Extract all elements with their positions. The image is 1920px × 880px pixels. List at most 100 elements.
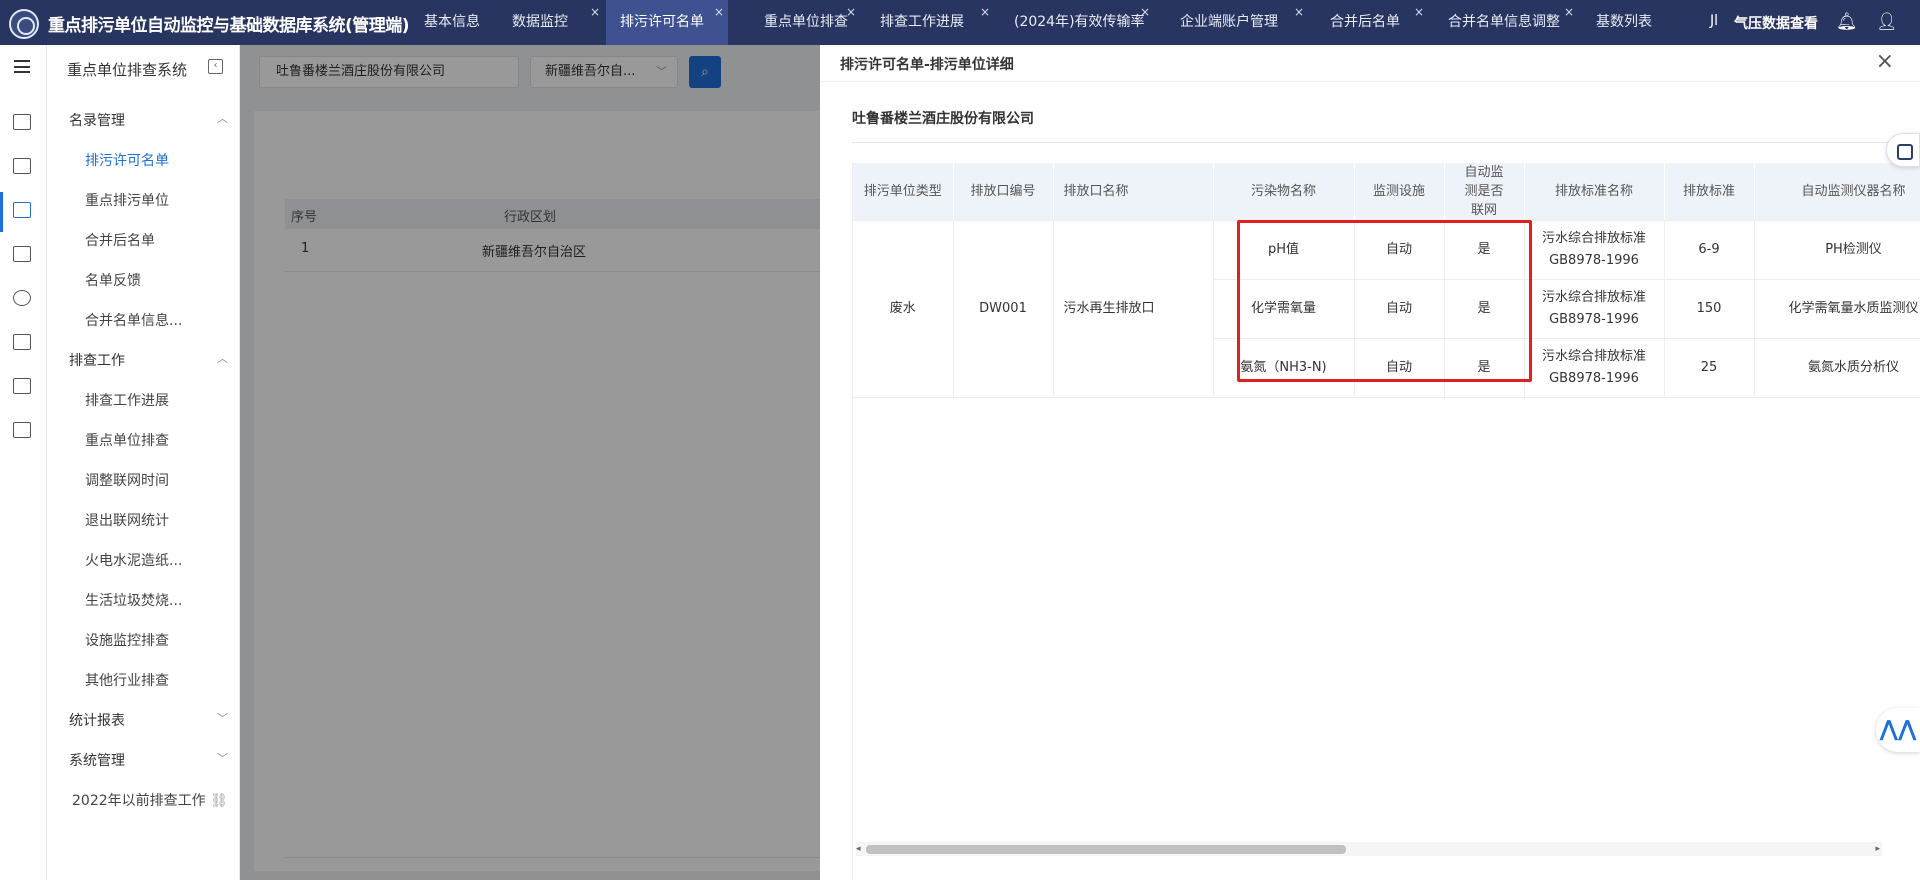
column-header-online: 自动监测是否联网 xyxy=(1444,163,1525,221)
table-cell-instrument: 氨氮水质分析仪 xyxy=(1754,338,1920,398)
horizontal-scrollbar[interactable]: ◂ ▸ xyxy=(856,842,1882,856)
user-icon[interactable]: 👤︎ xyxy=(1876,12,1898,32)
sidebar-item-other[interactable]: 其他行业排查 xyxy=(85,670,235,690)
monitor-icon[interactable] xyxy=(13,158,31,174)
sidebar-group-system[interactable]: 系统管理 ﹀ xyxy=(69,750,240,770)
group-label: 系统管理 xyxy=(69,753,125,769)
divider xyxy=(852,142,1920,143)
floating-tool-icon[interactable] xyxy=(1886,133,1920,167)
table-cell-standard: 6-9 xyxy=(1664,220,1755,280)
tab-label: 数据监控 xyxy=(512,14,568,30)
menu-icon[interactable] xyxy=(14,60,30,73)
detail-drawer: 排污许可名单-排污单位详细 × 吐鲁番楼兰酒庄股份有限公司 排污单位类型 排放口… xyxy=(820,45,1920,880)
column-header-facility: 监测设施 xyxy=(1354,163,1445,221)
table-icon[interactable] xyxy=(13,378,31,394)
bell-icon[interactable]: 🔔︎ xyxy=(1836,12,1858,32)
sidebar-group-directory[interactable]: 名录管理 ︿ xyxy=(69,110,240,130)
sidebar-link-2022[interactable]: 2022年以前排查工作 ⛓︎ xyxy=(72,790,232,810)
close-icon[interactable]: × xyxy=(1294,0,1304,35)
tab-basic-info[interactable]: 基本信息 xyxy=(410,0,488,45)
divider xyxy=(820,81,1920,82)
group-label: 统计报表 xyxy=(69,713,125,729)
tab-permit-list[interactable]: 排污许可名单 × xyxy=(606,0,728,45)
column-header-outlet-name: 排放口名称 xyxy=(1053,163,1214,221)
close-icon[interactable]: × xyxy=(714,0,724,35)
tab-label: 重点单位排查 xyxy=(764,14,848,30)
table-cell-unit-type: 废水 xyxy=(853,220,954,398)
sidebar-item-waste[interactable]: 生活垃圾焚烧... xyxy=(85,590,235,610)
tab-label: 基数列表 xyxy=(1596,14,1652,30)
table-cell-standard: 25 xyxy=(1664,338,1755,398)
sidebar-item-progress[interactable]: 排查工作进展 xyxy=(85,390,235,410)
sidebar-item-adjust-time[interactable]: 调整联网时间 xyxy=(85,470,235,490)
sidebar-group-work[interactable]: 排查工作 ︿ xyxy=(69,350,240,370)
sidebar-item-permit-list[interactable]: 排污许可名单 xyxy=(85,150,235,170)
column-header-instrument: 自动监测仪器名称 xyxy=(1754,163,1920,221)
sidebar-item-key-units[interactable]: 重点排污单位 xyxy=(85,190,235,210)
sidebar-item-exit-stats[interactable]: 退出联网统计 xyxy=(85,510,235,530)
logo xyxy=(9,9,39,39)
report-icon[interactable] xyxy=(13,334,31,350)
chevron-down-icon: ﹀ xyxy=(217,712,228,725)
sidebar-item-power-cement[interactable]: 火电水泥造纸... xyxy=(85,550,235,570)
column-header-pollutant: 污染物名称 xyxy=(1213,163,1355,221)
app-title: 重点排污单位自动监控与基础数据库系统(管理端) xyxy=(48,16,410,36)
close-icon[interactable]: × xyxy=(1140,0,1150,35)
settings-icon[interactable] xyxy=(13,290,31,306)
tab-transmission-rate[interactable]: (2024年)有效传输率 × xyxy=(990,0,1154,45)
tab-label: 排查工作进展 xyxy=(880,14,964,30)
table-cell-standard-name: 污水综合排放标准GB8978-1996 xyxy=(1524,279,1665,339)
close-icon[interactable]: × xyxy=(846,0,856,35)
dashboard-icon[interactable] xyxy=(13,114,31,130)
sidebar-title: 重点单位排查系统 xyxy=(67,61,188,79)
chevron-up-icon: ︿ xyxy=(217,112,228,125)
table-cell-outlet-name: 污水再生排放口 xyxy=(1053,220,1214,398)
tab-merged-list[interactable]: 合并后名单 × xyxy=(1306,0,1424,45)
tab-key-unit-check[interactable]: 重点单位排查 × xyxy=(728,0,858,45)
tab-label: 基本信息 xyxy=(424,14,480,30)
stats-icon[interactable] xyxy=(13,422,31,438)
scroll-left-icon[interactable]: ◂ xyxy=(856,842,861,856)
table-cell-standard: 150 xyxy=(1664,279,1755,339)
column-header-standard-name: 排放标准名称 xyxy=(1524,163,1665,221)
company-name: 吐鲁番楼兰酒庄股份有限公司 xyxy=(852,111,1034,127)
close-icon[interactable]: × xyxy=(590,0,600,35)
tab-base-list[interactable]: 基数列表 xyxy=(1576,0,1666,45)
table-cell-standard-name: 污水综合排放标准GB8978-1996 xyxy=(1524,220,1665,280)
group-label: 排查工作 xyxy=(69,353,125,369)
tab-merged-adjust[interactable]: 合并名单信息调整 × xyxy=(1424,0,1576,45)
table-cell-instrument: 化学需氧量水质监测仪 xyxy=(1754,279,1920,339)
table-cell-instrument: PH检测仪 xyxy=(1754,220,1920,280)
close-icon[interactable]: × xyxy=(980,0,990,35)
sidebar-group-stats[interactable]: 统计报表 ﹀ xyxy=(69,710,240,730)
search-doc-icon[interactable] xyxy=(13,202,31,218)
document-icon[interactable] xyxy=(13,246,31,262)
tab-check-progress[interactable]: 排查工作进展 × xyxy=(858,0,990,45)
table-cell-standard-name: 污水综合排放标准GB8978-1996 xyxy=(1524,338,1665,398)
sidebar-item-key-check[interactable]: 重点单位排查 xyxy=(85,430,235,450)
close-icon[interactable]: × xyxy=(1414,0,1424,35)
column-header-unit-type: 排污单位类型 xyxy=(853,163,954,221)
sidebar-item-feedback[interactable]: 名单反馈 xyxy=(85,270,235,290)
close-icon[interactable]: × xyxy=(1564,0,1574,35)
sidebar-item-merged-info[interactable]: 合并名单信息... xyxy=(85,310,235,330)
chevron-up-icon: ︿ xyxy=(217,352,228,365)
scroll-right-icon[interactable]: ▸ xyxy=(1875,842,1880,856)
close-icon[interactable]: × xyxy=(1876,49,1894,74)
column-header-standard: 排放标准 xyxy=(1664,163,1755,221)
assistant-icon[interactable]: ⋀⋀ xyxy=(1876,708,1920,752)
chart-icon[interactable]: Jl xyxy=(1710,13,1718,29)
drawer-title: 排污许可名单-排污单位详细 xyxy=(840,57,1014,73)
tab-account-manage[interactable]: 企业端账户管理 × xyxy=(1154,0,1306,45)
sidebar: 重点单位排查系统 ‹ 名录管理 ︿ 排污许可名单 重点排污单位 合并后名单 名单反… xyxy=(47,45,240,880)
scrollbar-thumb[interactable] xyxy=(866,845,1346,854)
sidebar-item-facility[interactable]: 设施监控排查 xyxy=(85,630,235,650)
sidebar-item-merged-list[interactable]: 合并后名单 xyxy=(85,230,235,250)
tab-data-monitor[interactable]: 数据监控 × xyxy=(490,0,612,45)
pressure-data-link[interactable]: 气压数据查看 xyxy=(1734,13,1818,33)
link-label: 2022年以前排查工作 xyxy=(72,793,206,809)
collapse-icon[interactable]: ‹ xyxy=(208,59,223,74)
link-icon: ⛓︎ xyxy=(210,793,228,809)
tab-label: 企业端账户管理 xyxy=(1180,14,1278,30)
table-cell-outlet-code: DW001 xyxy=(953,220,1054,398)
